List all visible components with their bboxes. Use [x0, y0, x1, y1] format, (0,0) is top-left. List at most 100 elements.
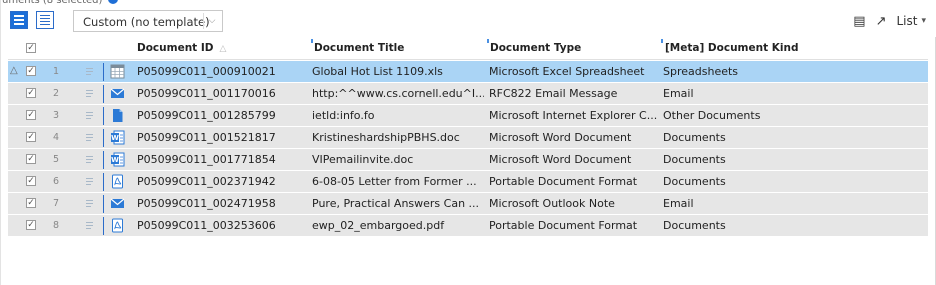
list-lines-icon	[86, 199, 95, 208]
table-row[interactable]: △ ✓ 1 P05099C011_000910021 Global Hot List 1…	[8, 61, 928, 83]
document-type-cell: Portable Document Format	[489, 175, 638, 188]
row-checkbox[interactable]: ✓	[26, 198, 36, 208]
row-number: 1	[52, 66, 60, 77]
document-title-cell: VIPemailinvite.doc	[312, 153, 414, 166]
top-status-strip: uments (8 selected)	[0, 0, 936, 8]
row-divider	[103, 217, 104, 235]
svg-text:W: W	[111, 134, 119, 142]
window-icon[interactable]: ▤	[853, 14, 865, 29]
row-number: 5	[52, 154, 60, 165]
detail-view-button[interactable]	[36, 11, 54, 29]
table-row[interactable]: ✓ 8 P05099C011_003253606 ewp_02_embargoed.p…	[8, 215, 928, 237]
column-header-document-type[interactable]: Document Type	[490, 42, 581, 54]
row-checkbox[interactable]: ✓	[26, 220, 36, 230]
document-title-cell: ietld:info.fo	[312, 109, 375, 122]
template-select[interactable]: Custom (no template) ⌵	[73, 10, 223, 32]
row-checkbox[interactable]: ✓	[26, 88, 36, 98]
list-lines-icon	[86, 221, 95, 230]
toolbar: Custom (no template) ⌵ ▤ ↗ List ▾	[0, 9, 936, 36]
table-row[interactable]: ✓ 2 P05099C011_001170016 http:^^www.cs.corn…	[8, 83, 928, 105]
document-id-cell: P05099C011_003253606	[137, 219, 276, 232]
document-title-cell: KristineshardshipPBHS.doc	[312, 131, 460, 144]
list-lines-icon	[86, 155, 95, 164]
list-lines-icon	[86, 67, 95, 76]
column-header-document-title[interactable]: Document Title	[314, 42, 404, 54]
column-header-document-kind[interactable]: [Meta] Document Kind	[665, 42, 799, 54]
email-icon	[110, 86, 125, 101]
expand-arrow-icon[interactable]: ↗	[876, 14, 887, 29]
right-tools: ▤ ↗ List ▾	[853, 12, 926, 30]
row-divider	[103, 173, 104, 191]
template-select-value: Custom (no template)	[83, 15, 210, 29]
list-lines-icon	[86, 111, 95, 120]
grid-empty-area	[8, 247, 928, 285]
word-icon: W	[110, 130, 125, 145]
row-checkbox[interactable]: ✓	[26, 154, 36, 164]
document-type-cell: Microsoft Internet Explorer C...	[489, 109, 658, 122]
warning-icon: △	[10, 65, 18, 76]
document-id-cell: P05099C011_001285799	[137, 109, 276, 122]
document-kind-cell: Email	[663, 197, 694, 210]
word-icon: W	[110, 152, 125, 167]
document-grid: ✓ Document ID △ Document Title Document T…	[8, 37, 928, 285]
list-view-label[interactable]: List	[896, 14, 917, 28]
row-number: 6	[52, 176, 60, 187]
row-divider	[103, 85, 104, 103]
document-type-cell: Microsoft Word Document	[489, 131, 632, 144]
document-kind-cell: Documents	[663, 153, 726, 166]
list-caret-icon[interactable]: ▾	[921, 16, 926, 26]
document-kind-cell: Other Documents	[663, 109, 761, 122]
row-number: 7	[52, 198, 60, 209]
file-icon	[110, 108, 125, 123]
document-id-cell: P05099C011_002371942	[137, 175, 276, 188]
document-type-cell: Microsoft Word Document	[489, 153, 632, 166]
list-lines-icon	[86, 133, 95, 142]
row-divider	[103, 129, 104, 147]
document-kind-cell: Documents	[663, 175, 726, 188]
email-icon	[110, 196, 125, 211]
document-id-cell: P05099C011_001771854	[137, 153, 276, 166]
row-number: 4	[52, 132, 60, 143]
row-checkbox[interactable]: ✓	[26, 132, 36, 142]
table-row[interactable]: ✓ 4 W P05099C011_001521817 Kristineshardship…	[8, 127, 928, 149]
cropped-status-text: uments (8 selected)	[2, 0, 118, 6]
document-kind-cell: Documents	[663, 131, 726, 144]
document-id-cell: P05099C011_001521817	[137, 131, 276, 144]
document-kind-cell: Spreadsheets	[663, 65, 739, 78]
row-checkbox[interactable]: ✓	[26, 66, 36, 76]
document-id-cell: P05099C011_000910021	[137, 65, 276, 78]
row-number: 8	[52, 220, 60, 231]
row-number: 3	[52, 110, 60, 121]
pdf-icon	[110, 218, 125, 233]
document-type-cell: Microsoft Outlook Note	[489, 197, 615, 210]
column-resize-handle[interactable]	[311, 39, 313, 43]
document-type-cell: Microsoft Excel Spreadsheet	[489, 65, 645, 78]
sort-icon: △	[219, 44, 227, 54]
excel-icon	[110, 64, 125, 79]
grid-header: ✓ Document ID △ Document Title Document T…	[8, 37, 928, 60]
row-divider	[103, 151, 104, 169]
table-row[interactable]: ✓ 5 W P05099C011_001771854 VIPemailinvite.do…	[8, 149, 928, 171]
pdf-icon	[110, 174, 125, 189]
row-divider	[103, 195, 104, 213]
document-type-cell: Portable Document Format	[489, 219, 638, 232]
table-row[interactable]: ✓ 6 P05099C011_002371942 6-08-05 Letter fro…	[8, 171, 928, 193]
table-row[interactable]: ✓ 7 P05099C011_002471958 Pure, Practical An…	[8, 193, 928, 215]
row-checkbox[interactable]: ✓	[26, 176, 36, 186]
table-row[interactable]: ✓ 3 P05099C011_001285799 ietld:info.fo Micro…	[8, 105, 928, 127]
row-checkbox[interactable]: ✓	[26, 110, 36, 120]
document-type-cell: RFC822 Email Message	[489, 87, 618, 100]
document-title-cell: 6-08-05 Letter from Former ...	[312, 175, 477, 188]
column-resize-handle[interactable]	[487, 39, 489, 43]
document-title-cell: http:^^www.cs.cornell.edu^I...	[312, 87, 484, 100]
list-view-button[interactable]	[10, 11, 28, 29]
select-all-checkbox[interactable]: ✓	[26, 43, 36, 53]
row-divider	[103, 63, 104, 81]
document-title-cell: Pure, Practical Answers Can ...	[312, 197, 480, 210]
document-kind-cell: Documents	[663, 219, 726, 232]
document-id-cell: P05099C011_002471958	[137, 197, 276, 210]
column-header-document-id[interactable]: Document ID △	[137, 42, 226, 54]
document-title-cell: Global Hot List 1109.xls	[312, 65, 443, 78]
list-lines-icon	[86, 89, 95, 98]
column-resize-handle[interactable]	[661, 39, 663, 43]
